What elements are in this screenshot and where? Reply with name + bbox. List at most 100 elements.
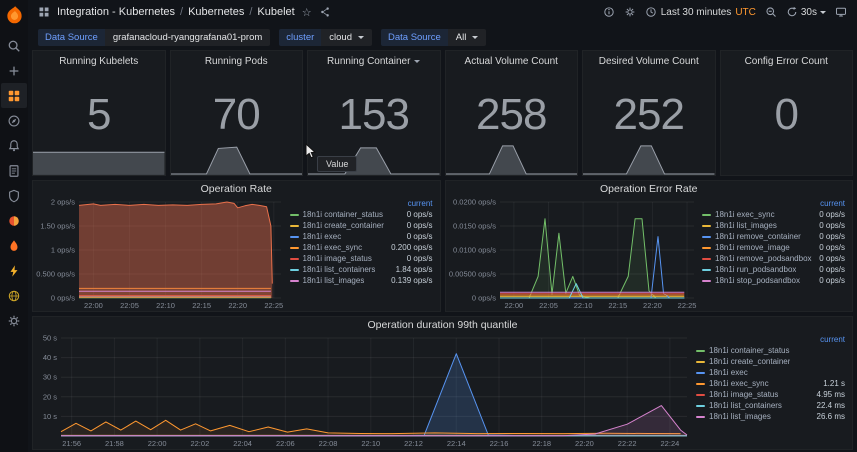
series-name[interactable]: 18n1i list_images: [715, 221, 777, 230]
legend-row[interactable]: 18n1i create_container: [696, 356, 845, 367]
series-name[interactable]: 18n1i exec_sync: [303, 243, 363, 252]
globe-plugin-icon[interactable]: [1, 283, 27, 308]
series-name[interactable]: 18n1i exec_sync: [715, 210, 775, 219]
legend-row[interactable]: 18n1i remove_image 0 ops/s: [702, 242, 845, 253]
legend-row[interactable]: 18n1i stop_podsandbox 0 ops/s: [702, 275, 845, 286]
series-name[interactable]: 18n1i create_container: [709, 357, 790, 366]
chart-plot-area[interactable]: 22:00 22:05 22:10 22:15 22:20 22:25 0.0200 ops…: [446, 197, 701, 311]
series-color-dash: [696, 404, 705, 407]
legend-row[interactable]: 18n1i create_container 0 ops/s: [289, 220, 433, 231]
legend-row[interactable]: 18n1i remove_podsandbox 0 ops/s: [702, 253, 845, 264]
series-name[interactable]: 18n1i image_status: [709, 390, 778, 399]
documents-icon[interactable]: [1, 158, 27, 183]
legend-row[interactable]: 18n1i remove_container 0 ops/s: [702, 231, 845, 242]
legend-row[interactable]: 18n1i container_status 0 ops/s: [289, 209, 433, 220]
legend-row[interactable]: 18n1i list_containers 1.84 ops/s: [289, 264, 433, 275]
search-icon[interactable]: [1, 33, 27, 58]
refresh-icon: [786, 6, 798, 18]
panel-title[interactable]: Operation duration 99th quantile: [33, 317, 852, 333]
svg-text:0.0150 ops/s: 0.0150 ops/s: [453, 222, 496, 231]
series-color-dash: [702, 235, 711, 238]
series-name[interactable]: 18n1i run_podsandbox: [715, 265, 796, 274]
breadcrumb-dashboard[interactable]: Kubelet: [257, 6, 294, 18]
legend-row[interactable]: 18n1i run_podsandbox 0 ops/s: [702, 264, 845, 275]
legend-row[interactable]: 18n1i exec_sync 0 ops/s: [702, 209, 845, 220]
prometheus-plugin-icon[interactable]: [1, 233, 27, 258]
svg-text:0 ops/s: 0 ops/s: [51, 294, 75, 303]
sidebar: [0, 0, 28, 452]
alerting-bell-icon[interactable]: [1, 133, 27, 158]
settings-gear-icon[interactable]: [1, 308, 27, 333]
variable-value-dropdown[interactable]: cloud: [321, 28, 372, 46]
time-range-picker[interactable]: Last 30 minutes UTC: [645, 6, 756, 18]
time-series-chart[interactable]: 21:56 21:58 22:00 22:02 22:04 22:06 22:08 22:10…: [33, 333, 694, 449]
time-series-chart[interactable]: 22:00 22:05 22:10 22:15 22:20 22:25 2 ops/s 1.5…: [33, 197, 288, 311]
chart-plot-area[interactable]: 21:56 21:58 22:00 22:02 22:04 22:06 22:08 22:10…: [33, 333, 694, 449]
breadcrumb-folder[interactable]: Kubernetes: [188, 6, 244, 18]
variable-value-dropdown[interactable]: All: [447, 28, 487, 46]
variable-label: Data Source: [38, 28, 105, 46]
panel-title[interactable]: Operation Error Rate: [446, 181, 853, 197]
series-name[interactable]: 18n1i list_containers: [303, 265, 376, 274]
panel-title[interactable]: Operation Rate: [33, 181, 440, 197]
lightning-plugin-icon[interactable]: [1, 258, 27, 283]
refresh-picker[interactable]: 30s: [786, 6, 826, 18]
series-current-value: 0 ops/s: [406, 232, 433, 241]
hover-tooltip: Value: [317, 156, 358, 172]
zoom-out-icon[interactable]: [765, 6, 777, 18]
svg-text:20 s: 20 s: [43, 392, 57, 401]
variable-value-dropdown[interactable]: grafanacloud-ryanggrafana01-prom: [104, 28, 271, 46]
series-name[interactable]: 18n1i remove_container: [715, 232, 801, 241]
legend-row[interactable]: 18n1i exec_sync 1.21 s: [696, 378, 845, 389]
series-name[interactable]: 18n1i stop_podsandbox: [715, 276, 800, 285]
breadcrumb-section[interactable]: Integration - Kubernetes: [57, 6, 175, 18]
info-circle-icon[interactable]: [603, 6, 615, 18]
series-name[interactable]: 18n1i exec: [709, 368, 748, 377]
svg-text:21:56: 21:56: [62, 439, 81, 448]
series-name[interactable]: 18n1i container_status: [709, 346, 790, 355]
dashboard-settings-gear-icon[interactable]: [624, 6, 636, 18]
series-name[interactable]: 18n1i exec_sync: [709, 379, 769, 388]
legend-row[interactable]: 18n1i image_status 4.95 ms: [696, 389, 845, 400]
legend-row[interactable]: 18n1i exec_sync 0.200 ops/s: [289, 242, 433, 253]
header-actions: Last 30 minutes UTC 30s: [603, 6, 847, 18]
legend-current-header[interactable]: current: [290, 198, 433, 209]
kiosk-monitor-icon[interactable]: [835, 6, 847, 18]
series-color-dash: [696, 382, 705, 385]
legend-current-header[interactable]: current: [702, 198, 845, 209]
series-name[interactable]: 18n1i container_status: [303, 210, 384, 219]
chart-plot-area[interactable]: 22:00 22:05 22:10 22:15 22:20 22:25 2 ops/s 1.5…: [33, 197, 288, 311]
dashboards-icon[interactable]: [1, 83, 27, 108]
share-icon[interactable]: [319, 6, 331, 18]
legend-row[interactable]: 18n1i list_containers 22.4 ms: [696, 400, 845, 411]
series-name[interactable]: 18n1i remove_image: [715, 243, 790, 252]
series-name[interactable]: 18n1i remove_podsandbox: [715, 254, 812, 263]
explore-compass-icon[interactable]: [1, 108, 27, 133]
chevron-down-icon[interactable]: [414, 60, 421, 63]
time-series-chart[interactable]: 22:00 22:05 22:10 22:15 22:20 22:25 0.0200 ops…: [446, 197, 701, 311]
favorite-star-icon[interactable]: ☆: [302, 6, 312, 19]
series-name[interactable]: 18n1i create_container: [303, 221, 384, 230]
legend-row[interactable]: 18n1i list_images 26.6 ms: [696, 411, 845, 422]
svg-text:21:58: 21:58: [105, 439, 124, 448]
series-name[interactable]: 18n1i list_containers: [709, 401, 782, 410]
legend-current-header[interactable]: current: [696, 334, 845, 345]
legend-row[interactable]: 18n1i list_images 0.139 ops/s: [289, 275, 433, 286]
series-name[interactable]: 18n1i exec: [303, 232, 342, 241]
series-name[interactable]: 18n1i list_images: [303, 276, 365, 285]
series-name[interactable]: 18n1i image_status: [303, 254, 372, 263]
legend-row[interactable]: 18n1i container_status: [696, 345, 845, 356]
svg-text:22:16: 22:16: [490, 439, 509, 448]
grafana-logo-icon[interactable]: [5, 5, 24, 24]
svg-text:22:20: 22:20: [575, 439, 594, 448]
add-icon[interactable]: [1, 58, 27, 83]
app-plugin-icon[interactable]: [1, 208, 27, 233]
legend-row[interactable]: 18n1i list_images 0 ops/s: [702, 220, 845, 231]
series-name[interactable]: 18n1i list_images: [709, 412, 771, 421]
series-current-value: 0 ops/s: [819, 232, 845, 241]
shield-icon[interactable]: [1, 183, 27, 208]
legend-row[interactable]: 18n1i exec 0 ops/s: [289, 231, 433, 242]
legend-row[interactable]: 18n1i image_status 0 ops/s: [289, 253, 433, 264]
legend-row[interactable]: 18n1i exec: [696, 367, 845, 378]
series-color-dash: [702, 268, 711, 271]
